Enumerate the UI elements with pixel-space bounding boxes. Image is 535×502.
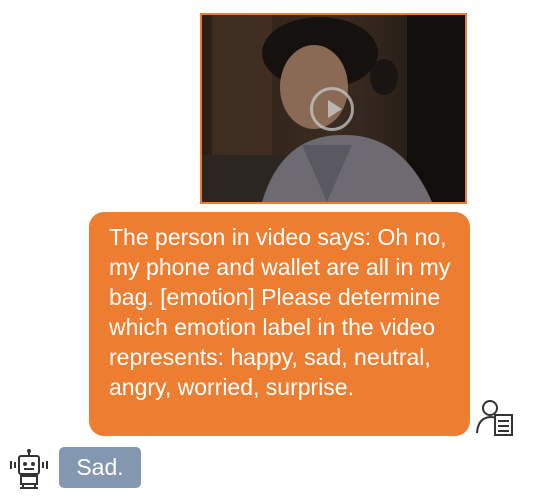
user-document-icon xyxy=(476,400,513,436)
robot-icon xyxy=(10,449,48,489)
bot-message-bubble: Sad. xyxy=(59,447,141,488)
bot-message-text: Sad. xyxy=(76,454,124,480)
video-thumbnail[interactable] xyxy=(200,13,467,204)
play-icon[interactable] xyxy=(310,87,354,131)
user-message-text: The person in video says: Oh no, my phon… xyxy=(109,224,451,400)
user-message-bubble: The person in video says: Oh no, my phon… xyxy=(89,212,470,436)
